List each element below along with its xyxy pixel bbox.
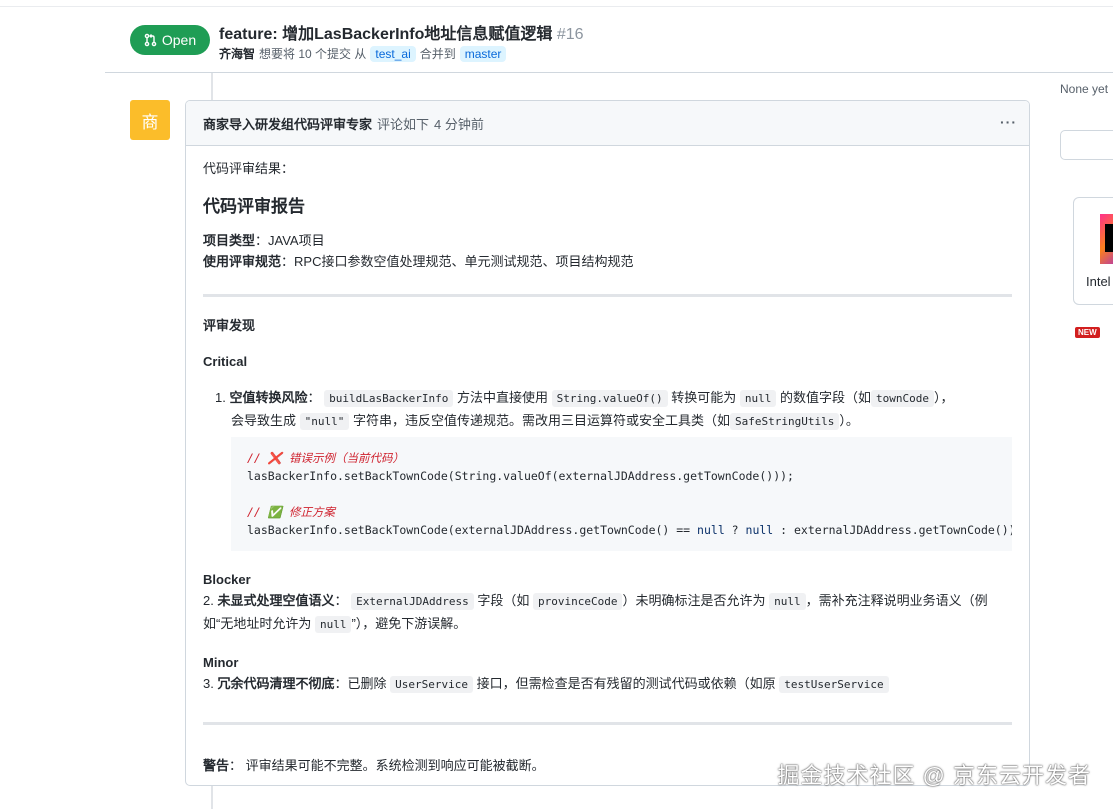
comment-action: 评论如下 <box>377 116 430 132</box>
num: 2. <box>203 593 214 608</box>
code-line: lasBackerInfo.setBackTownCode(externalJD… <box>247 523 698 537</box>
finding-1: 1. 空值转换风险： buildLasBackerInfo 方法中直接使用 St… <box>203 387 1012 433</box>
inline-code: UserService <box>390 676 473 693</box>
t: ）。 <box>839 413 859 428</box>
pr-author[interactable]: 齐海智 <box>219 45 255 62</box>
report-heading: 代码评审报告 <box>203 197 305 216</box>
spec: 使用评审规范：RPC接口参数空值处理规范、单元测试规范、项目结构规范 <box>203 251 1012 272</box>
t: 会导致生成 <box>231 413 297 428</box>
finding-title: 未显式处理空值语义 <box>217 593 335 608</box>
pr-header: Open feature: 增加LasBackerInfo地址信息赋值逻辑 #1… <box>105 7 1113 73</box>
watermark: 掘金技术社区 @ 京东云开发者 <box>777 763 1091 788</box>
inline-code: "null" <box>299 413 350 430</box>
status-label: Open <box>161 32 197 48</box>
comment-time[interactable]: 4 分钟前 <box>434 114 484 133</box>
inline-code: ExternalJDAddress <box>351 593 474 610</box>
t: ）未明确标注是否允许为 <box>622 593 766 608</box>
finding-3: 3. 冗余代码清理不彻底：已删除 UserService 接口，但需检查是否有残… <box>203 673 1012 696</box>
t: 字符串，违反空值传递规范。需改用三目运算符或安全工具类（如 <box>353 413 731 428</box>
t: 转换可能为 <box>671 390 737 405</box>
ad-card[interactable]: Intel <box>1073 197 1113 305</box>
t: 方法中直接使用 <box>456 390 548 405</box>
critical-heading: Critical <box>203 354 248 369</box>
inline-code: null <box>739 390 777 407</box>
num: 3. <box>203 676 214 691</box>
finding-2: 2. 未显式处理空值语义： ExternalJDAddress 字段（如 pro… <box>203 590 1012 636</box>
code-comment: // ✅ 修正方案 <box>247 505 336 519</box>
intellij-logo-icon <box>1100 214 1113 264</box>
code-line: lasBackerInfo.setBackTownCode(String.val… <box>247 469 794 483</box>
project-type: 项目类型：JAVA项目 <box>203 230 1012 251</box>
t: ：已删除 <box>334 676 387 691</box>
inline-code: buildLasBackerInfo <box>324 390 454 407</box>
inline-code: String.valueOf() <box>551 390 668 407</box>
keyword: null <box>745 523 774 537</box>
warning-text: ： 评审结果可能不完整。系统检测到响应可能被截断。 <box>229 758 545 773</box>
warning-label: 警告 <box>203 758 230 773</box>
comment-header: 商家导入研发组代码评审专家 评论如下 4 分钟前 ··· <box>186 101 1029 146</box>
avatar[interactable]: 商 <box>130 100 170 140</box>
pr-subtitle: 齐海智 想要将 10 个提交 从 test_ai 合并到 master <box>219 45 507 62</box>
value: ：RPC接口参数空值处理规范、单元测试规范、项目结构规范 <box>281 254 634 269</box>
badge-text: NEW <box>1075 327 1100 338</box>
num: 1. <box>215 390 226 405</box>
inline-code: null <box>314 616 352 633</box>
comment-box: 商家导入研发组代码评审专家 评论如下 4 分钟前 ··· 代码评审结果： 代码评… <box>185 100 1030 786</box>
inline-code: testUserService <box>779 676 889 693</box>
comment-author[interactable]: 商家导入研发组代码评审专家 <box>203 114 372 133</box>
pull-request-icon <box>144 33 157 47</box>
reviewers-none: None yet <box>1060 82 1109 96</box>
divider <box>203 722 1012 725</box>
t: ： <box>307 390 321 405</box>
finding-title: 冗余代码清理不彻底 <box>217 676 335 691</box>
comment-body: 代码评审结果： 代码评审报告 项目类型：JAVA项目 使用评审规范：RPC接口参… <box>186 146 1029 776</box>
pr-number: #16 <box>556 26 584 43</box>
intro-text: 代码评审结果： <box>203 161 295 176</box>
pr-status-badge: Open <box>130 25 210 55</box>
inline-code: SafeStringUtils <box>730 413 840 430</box>
divider <box>203 294 1012 297</box>
code-comment: // ❌ 错误示例（当前代码） <box>247 451 405 465</box>
inline-code: null <box>769 593 806 610</box>
inline-code: provinceCode <box>532 593 623 610</box>
inline-code: townCode <box>870 390 934 407</box>
ad-text: Intel <box>1086 274 1111 289</box>
findings-heading: 评审发现 <box>203 318 256 333</box>
more-options-icon[interactable]: ··· <box>1000 114 1017 130</box>
t: 接口，但需检查是否有残留的测试代码或依赖（如原 <box>476 676 776 691</box>
sub-text: 合并到 <box>419 47 456 61</box>
pr-title: feature: 增加LasBackerInfo地址信息赋值逻辑 #16 <box>219 20 584 44</box>
code-block: // ❌ 错误示例（当前代码） lasBackerInfo.setBackTow… <box>231 437 1012 551</box>
keyword: null <box>697 523 725 537</box>
t: ”），避免下游误解。 <box>351 616 467 631</box>
t: ）， <box>933 390 954 405</box>
t: 的数值字段（如 <box>779 390 871 405</box>
label: 项目类型 <box>203 233 256 248</box>
code: : externalJDAddress.getTownCode()); <box>773 523 1012 537</box>
t: 字段（如 <box>477 593 530 608</box>
value: ：JAVA项目 <box>255 233 325 248</box>
label: 使用评审规范 <box>203 254 282 269</box>
sidebar-input[interactable] <box>1060 130 1113 160</box>
finding-title: 空值转换风险 <box>229 390 308 405</box>
minor-heading: Minor <box>203 655 239 670</box>
new-badge: NEW <box>1075 323 1100 338</box>
sub-text: 想要将 10 个提交 从 <box>259 47 367 61</box>
title-text: feature: 增加LasBackerInfo地址信息赋值逻辑 <box>219 26 553 43</box>
target-branch[interactable]: master <box>459 45 507 62</box>
blocker-heading: Blocker <box>203 572 251 587</box>
t: ： <box>334 593 348 608</box>
code: ? <box>724 523 746 537</box>
source-branch[interactable]: test_ai <box>370 45 416 62</box>
